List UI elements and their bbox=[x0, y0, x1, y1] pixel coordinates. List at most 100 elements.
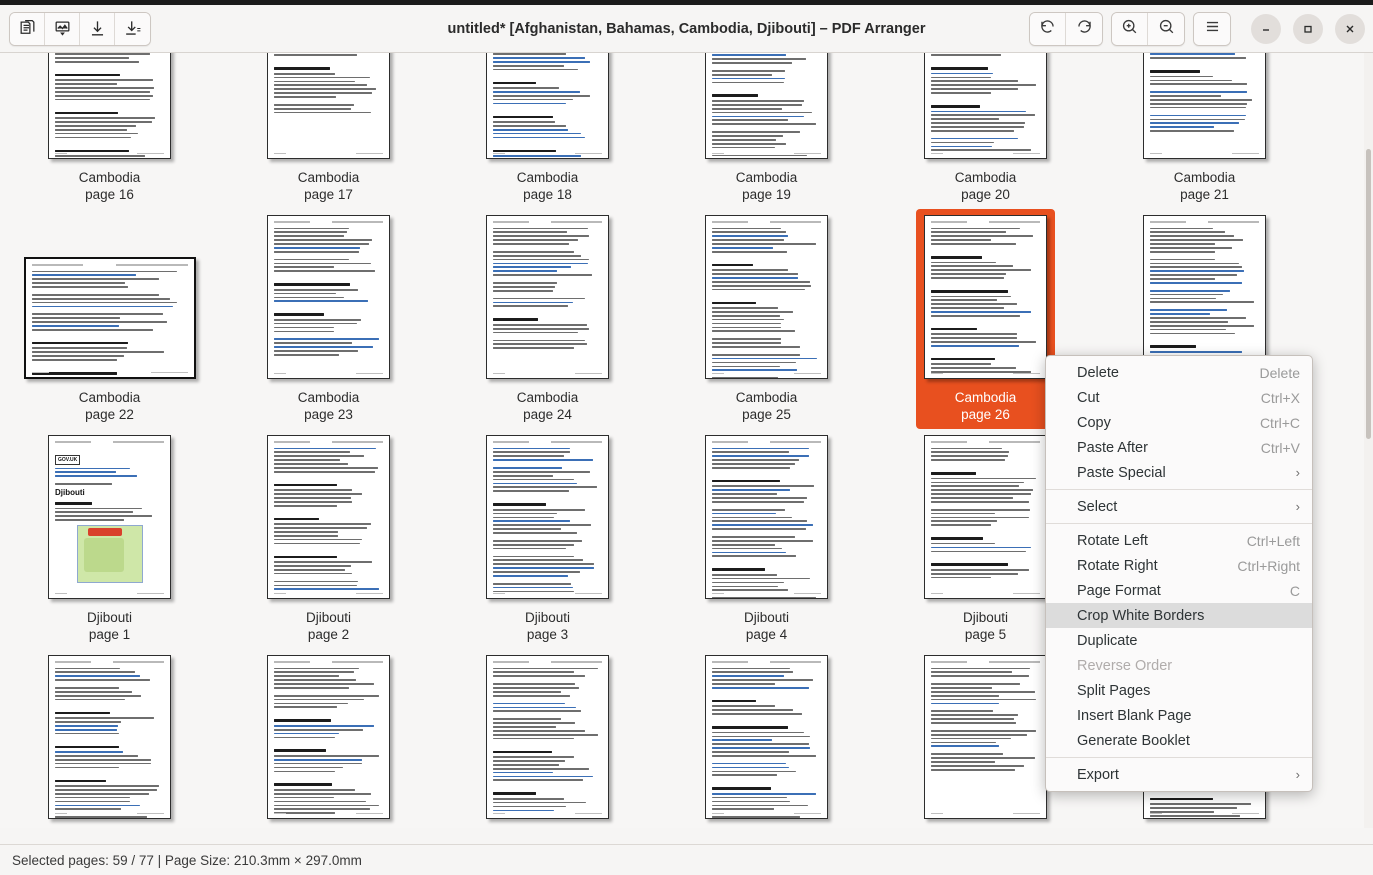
insert-image-button[interactable] bbox=[45, 13, 80, 45]
main-menu-button[interactable] bbox=[1194, 13, 1230, 45]
page-thumbnail-djibouti-page-10[interactable]: Djibouti page 10 bbox=[697, 649, 836, 828]
menu-item-label: Reverse Order bbox=[1077, 658, 1300, 674]
menu-item-label: Rotate Left bbox=[1077, 533, 1247, 549]
page-thumbnail-djibouti-page-8[interactable]: Djibouti page 8 bbox=[259, 649, 398, 828]
page-cell: Djibouti page 10 bbox=[657, 649, 876, 828]
page-thumbnail-cambodia-page-24[interactable]: Cambodia page 24 bbox=[478, 209, 617, 429]
header-bar: untitled* [Afghanistan, Bahamas, Cambodi… bbox=[0, 5, 1373, 53]
page-preview bbox=[267, 215, 390, 379]
page-thumbnail-cambodia-page-23[interactable]: Cambodia page 23 bbox=[259, 209, 398, 429]
menu-item-copy[interactable]: CopyCtrl+C bbox=[1046, 410, 1312, 435]
menu-item-accelerator: Ctrl+Left bbox=[1247, 533, 1300, 549]
menu-item-label: Page Format bbox=[1077, 583, 1290, 599]
menu-item-export[interactable]: Export› bbox=[1046, 762, 1312, 787]
page-thumbnail-djibouti-page-1[interactable]: GOV.UKDjibouti Djibouti page 1 bbox=[40, 429, 179, 649]
maximize-icon bbox=[1302, 23, 1314, 35]
menu-item-cut[interactable]: CutCtrl+X bbox=[1046, 385, 1312, 410]
page-thumbnail-cambodia-page-16[interactable]: Cambodia page 16 bbox=[40, 53, 179, 209]
page-thumbnail-djibouti-page-11[interactable]: Djibouti page 11 bbox=[916, 649, 1055, 828]
menu-item-generate-booklet[interactable]: Generate Booklet bbox=[1046, 728, 1312, 753]
menu-item-crop-white-borders[interactable]: Crop White Borders bbox=[1046, 603, 1312, 628]
page-thumbnail-cambodia-page-22[interactable]: Cambodia page 22 bbox=[16, 251, 204, 429]
menu-item-duplicate[interactable]: Duplicate bbox=[1046, 628, 1312, 653]
menu-item-label: Delete bbox=[1077, 365, 1260, 381]
save-download-icon bbox=[88, 19, 107, 38]
page-cell: Cambodia page 17 bbox=[219, 53, 438, 209]
menu-item-select[interactable]: Select› bbox=[1046, 494, 1312, 519]
maximize-button[interactable] bbox=[1293, 14, 1323, 44]
redo-button[interactable] bbox=[1066, 13, 1102, 45]
page-cell: Cambodia page 24 bbox=[438, 209, 657, 429]
menu-item-rotate-left[interactable]: Rotate LeftCtrl+Left bbox=[1046, 528, 1312, 553]
page-thumbnail-djibouti-page-2[interactable]: Djibouti page 2 bbox=[259, 429, 398, 649]
status-text: Selected pages: 59 / 77 | Page Size: 210… bbox=[12, 853, 362, 868]
page-thumbnail-djibouti-page-5[interactable]: Djibouti page 5 bbox=[916, 429, 1055, 649]
page-label: Cambodia page 24 bbox=[517, 389, 579, 423]
page-thumbnail-cambodia-page-25[interactable]: Cambodia page 25 bbox=[697, 209, 836, 429]
menu-separator bbox=[1046, 489, 1312, 490]
menu-item-label: Select bbox=[1077, 499, 1296, 515]
page-thumbnail-cambodia-page-19[interactable]: Cambodia page 19 bbox=[697, 53, 836, 209]
page-cell: Djibouti page 2 bbox=[219, 429, 438, 649]
menu-item-label: Split Pages bbox=[1077, 683, 1300, 699]
page-cell: Djibouti page 9 bbox=[438, 649, 657, 828]
menu-item-reverse-order[interactable]: Reverse Order bbox=[1046, 653, 1312, 678]
menu-item-label: Cut bbox=[1077, 390, 1261, 406]
undo-button[interactable] bbox=[1030, 13, 1066, 45]
zoom-out-icon bbox=[1157, 17, 1176, 41]
page-label: Djibouti page 5 bbox=[963, 609, 1008, 643]
close-button[interactable] bbox=[1335, 14, 1365, 44]
scrollbar-thumb[interactable] bbox=[1366, 149, 1371, 439]
page-preview bbox=[486, 435, 609, 599]
page-cell: GOV.UKDjibouti Djibouti page 1 bbox=[0, 429, 219, 649]
page-thumbnail-djibouti-page-4[interactable]: Djibouti page 4 bbox=[697, 429, 836, 649]
vertical-scrollbar[interactable] bbox=[1364, 53, 1373, 828]
page-label: Cambodia page 22 bbox=[79, 389, 141, 423]
page-context-menu[interactable]: DeleteDeleteCutCtrl+XCopyCtrl+CPaste Aft… bbox=[1045, 355, 1313, 792]
page-preview bbox=[705, 53, 828, 159]
page-thumbnail-djibouti-page-9[interactable]: Djibouti page 9 bbox=[478, 649, 617, 828]
page-preview bbox=[267, 53, 390, 159]
menu-item-paste-after[interactable]: Paste AfterCtrl+V bbox=[1046, 435, 1312, 460]
redo-icon bbox=[1075, 17, 1094, 41]
menu-item-split-pages[interactable]: Split Pages bbox=[1046, 678, 1312, 703]
page-cell: Cambodia page 25 bbox=[657, 209, 876, 429]
menu-separator bbox=[1046, 523, 1312, 524]
menu-item-paste-special[interactable]: Paste Special› bbox=[1046, 460, 1312, 485]
page-label: Djibouti page 4 bbox=[744, 609, 789, 643]
menu-item-page-format[interactable]: Page FormatC bbox=[1046, 578, 1312, 603]
page-thumbnail-cambodia-page-21[interactable]: Cambodia page 21 bbox=[1135, 53, 1274, 209]
page-row: Cambodia page 16 Cambodia page 17 Cambodia… bbox=[0, 53, 1360, 209]
page-preview bbox=[486, 215, 609, 379]
page-cell: Djibouti page 7 bbox=[0, 649, 219, 828]
minimize-button[interactable] bbox=[1251, 14, 1281, 44]
page-thumbnail-djibouti-page-7[interactable]: Djibouti page 7 bbox=[40, 649, 179, 828]
menu-item-accelerator: Ctrl+C bbox=[1260, 415, 1300, 431]
menu-item-rotate-right[interactable]: Rotate RightCtrl+Right bbox=[1046, 553, 1312, 578]
page-label: Djibouti page 2 bbox=[306, 609, 351, 643]
page-thumbnail-cambodia-page-20[interactable]: Cambodia page 20 bbox=[916, 53, 1055, 209]
import-pages-button[interactable] bbox=[10, 13, 45, 45]
menu-item-label: Paste Special bbox=[1077, 465, 1296, 481]
page-thumbnail-cambodia-page-18[interactable]: Cambodia page 18 bbox=[478, 53, 617, 209]
menu-item-label: Copy bbox=[1077, 415, 1260, 431]
page-cell: Cambodia page 18 bbox=[438, 53, 657, 209]
page-preview bbox=[267, 435, 390, 599]
zoom-in-button[interactable] bbox=[1112, 13, 1148, 45]
page-cell: Djibouti page 8 bbox=[219, 649, 438, 828]
page-preview bbox=[705, 435, 828, 599]
page-label: Djibouti page 1 bbox=[87, 609, 132, 643]
chevron-right-icon: › bbox=[1296, 767, 1300, 782]
zoom-out-button[interactable] bbox=[1148, 13, 1184, 45]
menu-item-delete[interactable]: DeleteDelete bbox=[1046, 360, 1312, 385]
menu-item-insert-blank-page[interactable]: Insert Blank Page bbox=[1046, 703, 1312, 728]
page-thumbnail-cambodia-page-17[interactable]: Cambodia page 17 bbox=[259, 53, 398, 209]
save-button[interactable] bbox=[80, 13, 115, 45]
page-preview bbox=[924, 215, 1047, 379]
import-pages-icon bbox=[18, 19, 37, 38]
page-label: Cambodia page 25 bbox=[736, 389, 798, 423]
save-as-button[interactable] bbox=[115, 13, 150, 45]
page-preview: GOV.UKDjibouti bbox=[48, 435, 171, 599]
page-thumbnail-djibouti-page-3[interactable]: Djibouti page 3 bbox=[478, 429, 617, 649]
page-thumbnail-cambodia-page-26[interactable]: Cambodia page 26 bbox=[916, 209, 1055, 429]
